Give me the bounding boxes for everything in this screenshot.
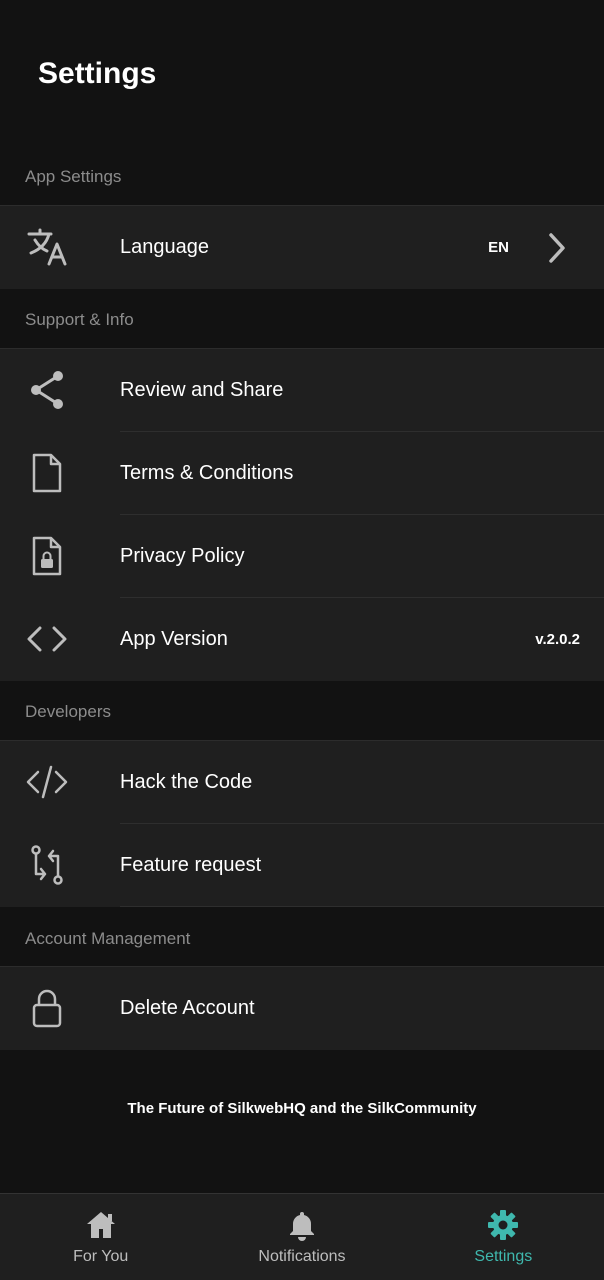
settings-screen: Settings App Settings Language EN Suppor… [0, 0, 604, 1280]
developers-group: Hack the Code Feature request [0, 740, 604, 907]
app-version-row[interactable]: App Version v.2.0.2 [0, 598, 604, 681]
pull-request-icon [24, 844, 70, 886]
support-info-group: Review and Share Terms & Conditions Priv… [0, 348, 604, 681]
app-version-value: v.2.0.2 [535, 631, 580, 648]
nav-settings-label: Settings [474, 1248, 533, 1265]
delete-account-label: Delete Account [120, 997, 255, 1019]
account-group: Delete Account [0, 966, 604, 1050]
nav-notifications-label: Notifications [258, 1248, 346, 1265]
chevron-right-icon [549, 233, 565, 263]
lock-icon [24, 987, 70, 1029]
nav-settings[interactable]: Settings [403, 1194, 604, 1280]
review-share-row[interactable]: Review and Share [0, 349, 604, 432]
delete-account-row[interactable]: Delete Account [0, 967, 604, 1050]
share-icon [24, 369, 70, 411]
privacy-row[interactable]: Privacy Policy [0, 515, 604, 598]
code-slash-icon [24, 761, 70, 803]
document-lock-icon [24, 535, 70, 577]
home-icon [86, 1212, 115, 1238]
language-row[interactable]: Language EN [0, 206, 604, 289]
feature-request-row[interactable]: Feature request [0, 824, 604, 907]
translate-icon [24, 226, 70, 268]
document-icon [24, 452, 70, 494]
section-header-account: Account Management [25, 929, 191, 948]
footer-tagline: The Future of SilkwebHQ and the SilkComm… [127, 1100, 477, 1117]
hack-code-label: Hack the Code [120, 771, 253, 793]
feature-request-label: Feature request [120, 854, 262, 876]
section-header-developers: Developers [25, 702, 111, 721]
language-value: EN [488, 239, 509, 256]
terms-label: Terms & Conditions [120, 462, 294, 484]
privacy-label: Privacy Policy [120, 545, 245, 567]
app-settings-group: Language EN [0, 205, 604, 289]
nav-for-you-label: For You [73, 1248, 129, 1265]
section-header-app-settings: App Settings [25, 167, 122, 186]
app-version-label: App Version [120, 628, 228, 650]
bell-icon [289, 1212, 314, 1241]
language-label: Language [120, 236, 209, 258]
review-share-label: Review and Share [120, 379, 284, 401]
nav-for-you[interactable]: For You [0, 1194, 201, 1280]
gear-icon [488, 1210, 519, 1240]
terms-row[interactable]: Terms & Conditions [0, 432, 604, 515]
bottom-navigation: For You Notifications Settings [0, 1193, 604, 1280]
row-divider [120, 906, 604, 907]
hack-code-row[interactable]: Hack the Code [0, 741, 604, 824]
nav-notifications[interactable]: Notifications [201, 1194, 402, 1280]
code-brackets-icon [24, 618, 70, 660]
section-header-support-info: Support & Info [25, 310, 134, 329]
page-title: Settings [38, 57, 157, 90]
